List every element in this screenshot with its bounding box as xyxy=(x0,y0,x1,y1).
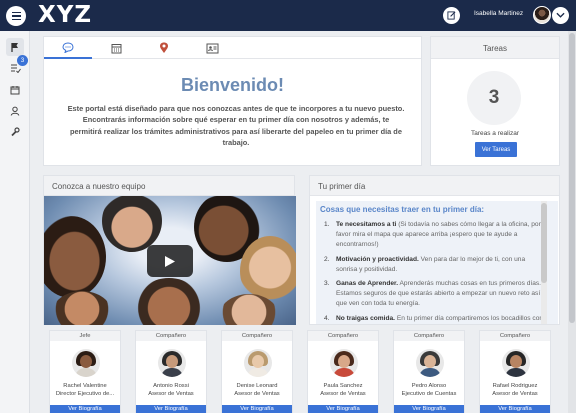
video-face xyxy=(134,278,204,325)
team-member-card: Compañero Rafael Rodriguez Asesor de Ven… xyxy=(479,330,551,413)
edit-icon[interactable] xyxy=(443,7,460,24)
ver-biografia-button[interactable]: Ver Biografía xyxy=(308,405,378,413)
tab-location[interactable] xyxy=(140,37,188,59)
member-role: Compañero xyxy=(308,331,378,341)
primer-dia-content: Cosas que necesitas traer en tu primer d… xyxy=(316,201,558,324)
member-photo[interactable] xyxy=(330,349,358,377)
top-bar: XYZ Isabella Martinez xyxy=(0,0,576,31)
member-photo[interactable] xyxy=(416,349,444,377)
member-name: Denise Leonard xyxy=(236,383,278,389)
team-member-card: Compañero Antonio Rossi Asesor de Ventas… xyxy=(135,330,207,413)
ver-biografia-button[interactable]: Ver Biografía xyxy=(480,405,550,413)
member-role: Jefe xyxy=(50,331,120,341)
member-photo[interactable] xyxy=(72,349,100,377)
list-item: 4. No traigas comida. En tu primer día co… xyxy=(322,314,544,324)
ver-tareas-button[interactable]: Ver Tareas xyxy=(475,142,517,157)
chevron-down-icon[interactable] xyxy=(552,7,569,24)
hamburger-menu-button[interactable] xyxy=(6,6,26,26)
contact-card-icon xyxy=(206,43,218,53)
team-member-card: Compañero Denise Leonard Asesor de Venta… xyxy=(221,330,293,413)
user-name[interactable]: Isabella Martinez xyxy=(474,10,523,17)
scrollbar-thumb[interactable] xyxy=(569,33,575,323)
video-face xyxy=(102,196,162,252)
member-role: Compañero xyxy=(222,331,292,341)
tareas-count: 3 xyxy=(467,71,521,125)
tab-chat[interactable] xyxy=(44,37,92,59)
member-title: Asesor de Ventas xyxy=(234,391,280,397)
item-number: 1. xyxy=(324,221,330,228)
team-member-card: Compañero Paula Sanchez Asesor de Ventas… xyxy=(307,330,379,413)
team-member-card: Jefe Rachel Valentine Director Ejecutivo… xyxy=(49,330,121,413)
play-icon xyxy=(165,255,175,267)
item-title: No traigas comida. xyxy=(336,314,395,322)
tareas-title: Tareas xyxy=(431,37,559,59)
team-video[interactable] xyxy=(44,196,296,325)
tareas-label: Tareas a realizar xyxy=(470,130,520,137)
play-button[interactable] xyxy=(147,245,193,277)
item-number: 2. xyxy=(324,255,330,263)
member-name: Rafael Rodriguez xyxy=(492,383,538,389)
scrollbar-thumb[interactable] xyxy=(541,203,547,283)
user-icon[interactable] xyxy=(6,102,24,120)
member-title: Director Ejecutivo de... xyxy=(55,391,115,397)
item-title: Ganas de Aprender. xyxy=(336,280,399,288)
welcome-text: Este portal está diseñado para que nos c… xyxy=(67,104,405,147)
member-photo[interactable] xyxy=(502,349,530,377)
member-role: Compañero xyxy=(136,331,206,341)
item-title: Motivación y proactividad. xyxy=(336,255,419,263)
company-logo[interactable]: XYZ xyxy=(38,2,92,28)
member-title: Asesor de Ventas xyxy=(320,391,366,397)
video-face xyxy=(52,291,112,325)
member-name: Rachel Valentine xyxy=(63,383,107,389)
list-item: 2. Motivación y proactividad. Ven para da… xyxy=(322,255,544,275)
tareas-card: Tareas 3 Tareas a realizar Ver Tareas xyxy=(430,36,560,166)
ver-biografia-button[interactable]: Ver Biografía xyxy=(222,405,292,413)
page-scrollbar[interactable] xyxy=(568,31,576,413)
user-avatar[interactable] xyxy=(533,6,551,24)
welcome-title: Bienvenido! xyxy=(180,75,284,95)
primer-dia-scrollbar[interactable] xyxy=(541,201,547,324)
member-title: Asesor de Ventas xyxy=(148,391,194,397)
calendar-icon xyxy=(111,43,121,53)
ver-biografia-button[interactable]: Ver Biografía xyxy=(136,405,206,413)
member-photo[interactable] xyxy=(158,349,186,377)
map-pin-icon xyxy=(160,42,168,53)
welcome-tabs xyxy=(44,37,421,59)
item-number: 3. xyxy=(324,280,330,288)
ver-biografia-button[interactable]: Ver Biografía xyxy=(394,405,464,413)
welcome-card: Bienvenido! Este portal está diseñado pa… xyxy=(43,36,422,166)
calendar-icon[interactable] xyxy=(6,81,24,99)
sidebar: 3 xyxy=(0,31,30,413)
item-title: Te necesitamos a ti xyxy=(336,221,397,228)
primer-dia-card: Tu primer día Cosas que necesitas traer … xyxy=(309,175,560,325)
member-photo[interactable] xyxy=(244,349,272,377)
member-role: Compañero xyxy=(480,331,550,341)
item-number: 4. xyxy=(324,314,330,322)
primer-dia-heading: Cosas que necesitas traer en tu primer d… xyxy=(320,205,485,214)
equipo-card: Conozca a nuestro equipo xyxy=(43,175,296,325)
primer-dia-list: 1. Te necesitamos a ti (Si todavía no sab… xyxy=(322,220,544,324)
member-name: Antonio Rossi xyxy=(153,383,189,389)
member-name: Paula Sanchez xyxy=(323,383,363,389)
notification-badge: 3 xyxy=(17,55,28,66)
member-title: Asesor de Ventas xyxy=(492,391,538,397)
video-face xyxy=(44,216,106,298)
ver-biografia-button[interactable]: Ver Biografía xyxy=(50,405,120,413)
primer-dia-title: Tu primer día xyxy=(310,176,559,196)
member-title: Ejecutivo de Cuentas xyxy=(401,391,457,397)
list-item: 1. Te necesitamos a ti (Si todavía no sab… xyxy=(322,220,544,251)
tab-contact[interactable] xyxy=(188,37,236,59)
flag-icon[interactable] xyxy=(6,38,24,56)
team-member-card: Compañero Pedro Alonso Ejecutivo de Cuen… xyxy=(393,330,465,413)
list-item: 3. Ganas de Aprender. Aprenderás muchas c… xyxy=(322,279,544,310)
member-role: Compañero xyxy=(394,331,464,341)
equipo-title: Conozca a nuestro equipo xyxy=(44,176,294,196)
member-name: Pedro Alonso xyxy=(411,383,447,389)
chat-icon xyxy=(62,41,74,53)
tab-calendar[interactable] xyxy=(92,37,140,59)
wrench-icon[interactable] xyxy=(6,123,24,141)
